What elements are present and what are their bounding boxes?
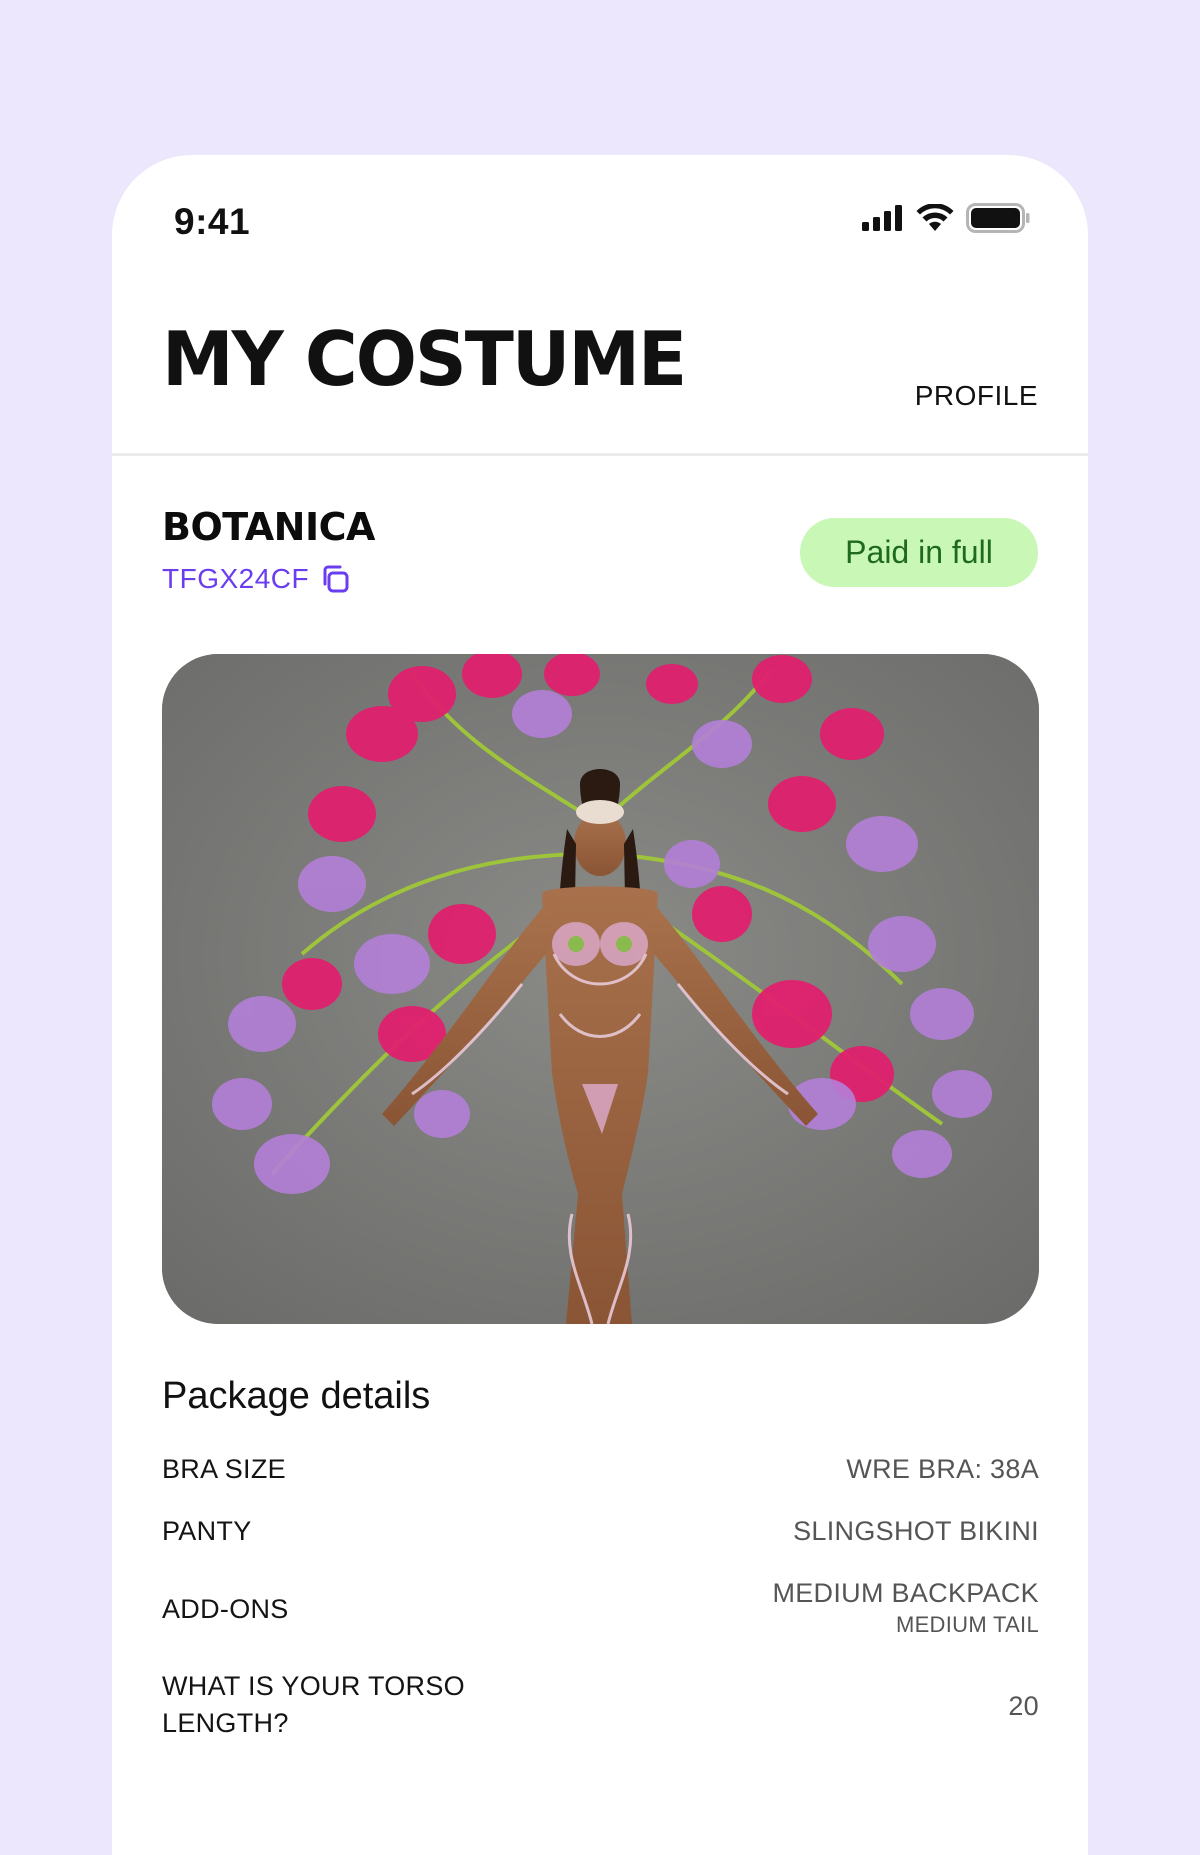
detail-sub-value: MEDIUM TAIL [895,1612,1039,1637]
status-icons [862,200,1030,236]
detail-row-panty: PANTY SLINGSHOT BIKINI [162,1513,1039,1550]
payment-status-badge: Paid in full [800,518,1038,587]
page-title: MY COSTUME [162,315,687,403]
detail-label-line1: WHAT IS YOUR TORSO [162,1671,465,1701]
detail-label: ADD-ONS [162,1594,289,1624]
status-bar: 9:41 [112,155,1088,275]
profile-link[interactable]: PROFILE [915,380,1038,412]
phone-screen: 9:41 MY COSTUME PROFILE BOTANICA TFGX24C… [112,155,1088,1855]
costume-code-row: TFGX24CF [162,563,351,595]
signal-icon [862,205,902,231]
detail-value: SLINGSHOT BIKINI [793,1516,1039,1546]
detail-label-line2: LENGTH? [162,1708,289,1738]
detail-label: PANTY [162,1516,252,1546]
detail-row-add-ons: ADD-ONS MEDIUM BACKPACK MEDIUM TAIL [162,1575,1039,1645]
battery-icon [966,203,1030,233]
detail-label: BRA SIZE [162,1454,286,1484]
detail-row-torso-length: WHAT IS YOUR TORSO LENGTH? 20 [162,1668,1039,1748]
detail-row-bra-size: BRA SIZE WRE BRA: 38A [162,1451,1039,1488]
costume-code: TFGX24CF [162,563,310,594]
costume-name: BOTANICA [162,505,375,549]
status-time: 9:41 [174,201,251,242]
detail-value: 20 [1008,1691,1039,1721]
wifi-icon [916,204,954,231]
package-details-title: Package details [162,1375,431,1417]
detail-value: WRE BRA: 38A [846,1454,1039,1484]
costume-photo [162,654,1039,1324]
detail-value: MEDIUM BACKPACK [772,1578,1039,1608]
header-divider [112,453,1088,456]
copy-icon[interactable] [319,563,351,595]
